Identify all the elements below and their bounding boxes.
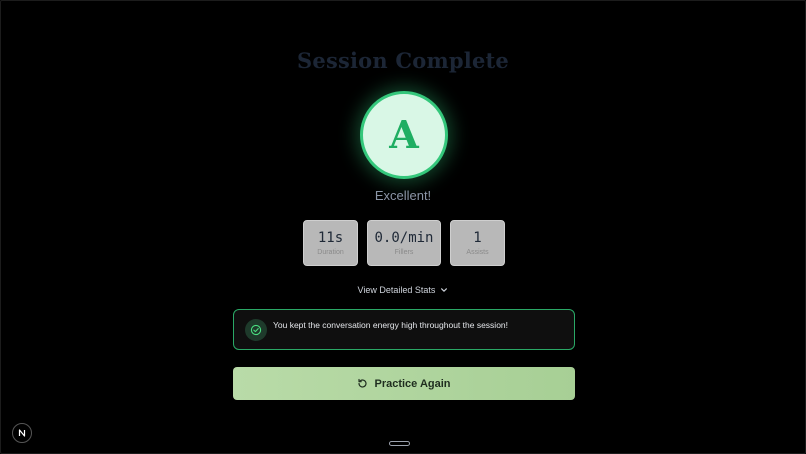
stat-card-duration: 11s Duration <box>303 220 358 266</box>
stat-card-fillers: 0.0/min Fillers <box>367 220 441 266</box>
refresh-icon <box>358 378 367 388</box>
stat-label: Duration <box>317 249 344 257</box>
home-indicator[interactable] <box>389 441 410 446</box>
grade-label: Excellent! <box>374 188 432 203</box>
chevron-down-icon <box>441 288 448 292</box>
practice-again-label: Practice Again <box>374 377 451 390</box>
feedback-card: You kept the conversation energy high th… <box>233 309 575 350</box>
stat-value: 11s <box>317 229 344 246</box>
stats-row: 11s Duration 0.0/min Fillers 1 Assists <box>303 220 505 266</box>
practice-again-button[interactable]: Practice Again <box>233 367 575 400</box>
check-circle-icon <box>245 319 267 341</box>
stat-card-assists: 1 Assists <box>450 220 505 266</box>
next-logo-icon[interactable] <box>12 423 32 443</box>
stat-label: Assists <box>466 249 489 257</box>
page-title: Session Complete <box>297 48 509 73</box>
stat-value: 0.0/min <box>374 229 434 246</box>
grade-badge: A <box>360 91 448 179</box>
feedback-text: You kept the conversation energy high th… <box>273 320 509 330</box>
stat-value: 1 <box>473 229 482 246</box>
grade-letter: A <box>389 112 419 157</box>
stat-label: Fillers <box>394 249 414 257</box>
view-detailed-stats-label: View Detailed Stats <box>357 285 436 295</box>
view-detailed-stats-toggle[interactable]: View Detailed Stats <box>0 285 806 295</box>
